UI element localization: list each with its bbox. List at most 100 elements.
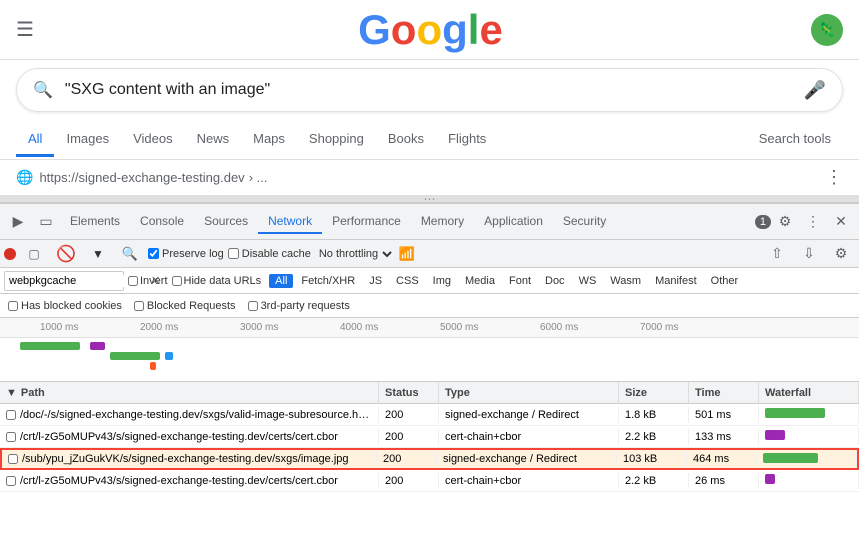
clear-icon[interactable]: 🚫 xyxy=(52,240,80,268)
row4-type: cert-chain+cbor xyxy=(439,473,619,489)
blocked-requests-checkbox[interactable] xyxy=(134,301,144,311)
row3-path: /sub/ypu_jZuGukVK/s/signed-exchange-test… xyxy=(2,451,377,467)
disable-cache-label[interactable]: Disable cache xyxy=(228,248,311,260)
table-row[interactable]: /crt/l-zG5oMUPv43/s/signed-exchange-test… xyxy=(0,470,859,492)
throttle-select[interactable]: No throttling xyxy=(315,247,395,261)
row2-size: 2.2 kB xyxy=(619,429,689,445)
row3-status: 200 xyxy=(377,451,437,467)
hide-data-urls-text: Hide data URLs xyxy=(184,275,262,287)
col-type[interactable]: Type xyxy=(439,382,619,403)
filter-font[interactable]: Font xyxy=(503,274,537,288)
hide-data-urls-label[interactable]: Hide data URLs xyxy=(172,275,262,287)
export-icon[interactable]: ⇩ xyxy=(795,240,823,268)
devtools-tab-application[interactable]: Application xyxy=(474,210,553,234)
mic-icon[interactable]: 🎤 xyxy=(804,80,826,101)
inspect-icon[interactable]: ▶ xyxy=(4,208,32,236)
search-network-icon[interactable]: 🔍 xyxy=(116,240,144,268)
row1-waterfall xyxy=(759,406,859,423)
disable-cache-text: Disable cache xyxy=(242,248,311,260)
device-icon[interactable]: ▭ xyxy=(32,208,60,236)
hide-data-urls-checkbox[interactable] xyxy=(172,276,182,286)
profile-icon[interactable]: 🦎 xyxy=(811,14,843,46)
record-icon[interactable] xyxy=(4,248,16,260)
close-devtools-icon[interactable]: ✕ xyxy=(827,208,855,236)
filter-doc[interactable]: Doc xyxy=(539,274,571,288)
third-party-label[interactable]: 3rd-party requests xyxy=(248,300,350,312)
invert-text: Invert xyxy=(140,275,168,287)
filter-fetch-xhr[interactable]: Fetch/XHR xyxy=(295,274,361,288)
filter-other[interactable]: Other xyxy=(705,274,745,288)
tab-videos[interactable]: Videos xyxy=(121,123,185,157)
globe-icon: 🌐 xyxy=(16,169,33,186)
more-icon[interactable]: ⋮ xyxy=(825,167,843,188)
filter-wasm[interactable]: Wasm xyxy=(604,274,647,288)
third-party-checkbox[interactable] xyxy=(248,301,258,311)
tab-news[interactable]: News xyxy=(185,123,242,157)
col-time[interactable]: Time xyxy=(689,382,759,403)
result-url-suffix: › ... xyxy=(249,170,268,185)
row2-checkbox[interactable] xyxy=(6,432,16,442)
row1-checkbox[interactable] xyxy=(6,410,16,420)
devtools-tab-sources[interactable]: Sources xyxy=(194,210,258,234)
devtools-tab-security[interactable]: Security xyxy=(553,210,616,234)
tab-flights[interactable]: Flights xyxy=(436,123,498,157)
search-input[interactable] xyxy=(65,81,804,99)
hamburger-icon[interactable]: ☰ xyxy=(16,17,34,42)
preserve-log-label[interactable]: Preserve log xyxy=(148,248,224,260)
filter-css[interactable]: CSS xyxy=(390,274,425,288)
tab-images[interactable]: Images xyxy=(54,123,121,157)
has-blocked-cookies-checkbox[interactable] xyxy=(8,301,18,311)
devtools-tab-elements[interactable]: Elements xyxy=(60,210,130,234)
tab-search-tools[interactable]: Search tools xyxy=(747,123,843,157)
filter-img[interactable]: Img xyxy=(427,274,457,288)
more-options-icon[interactable]: ⋮ xyxy=(799,208,827,236)
col-status[interactable]: Status xyxy=(379,382,439,403)
filter-all[interactable]: All xyxy=(269,274,293,288)
network-toolbar: ▢ 🚫 ▼ 🔍 Preserve log Disable cache No th… xyxy=(0,240,859,268)
col-path[interactable]: ▼ Path xyxy=(0,382,379,403)
row4-checkbox[interactable] xyxy=(6,476,16,486)
filter-row: ✕ Invert Hide data URLs All Fetch/XHR JS… xyxy=(0,268,859,294)
result-url[interactable]: https://signed-exchange-testing.dev xyxy=(39,170,244,185)
filter-icon[interactable]: ▼ xyxy=(84,240,112,268)
invert-label[interactable]: Invert xyxy=(128,275,168,287)
row1-status: 200 xyxy=(379,407,439,423)
row2-path: /crt/l-zG5oMUPv43/s/signed-exchange-test… xyxy=(0,429,379,445)
table-row[interactable]: /crt/l-zG5oMUPv43/s/signed-exchange-test… xyxy=(0,426,859,448)
col-path-sort-icon: ▼ xyxy=(6,387,17,399)
col-size[interactable]: Size xyxy=(619,382,689,403)
filter-manifest[interactable]: Manifest xyxy=(649,274,703,288)
disable-cache-checkbox[interactable] xyxy=(228,248,239,259)
filter-js[interactable]: JS xyxy=(363,274,388,288)
search-icon: 🔍 xyxy=(33,80,53,100)
settings-icon[interactable]: ⚙ xyxy=(771,208,799,236)
timeline-1000: 1000 ms xyxy=(40,322,78,333)
devtools-tab-performance[interactable]: Performance xyxy=(322,210,411,234)
devtools-tab-network[interactable]: Network xyxy=(258,210,322,234)
filter-media[interactable]: Media xyxy=(459,274,501,288)
tab-shopping[interactable]: Shopping xyxy=(297,123,376,157)
row3-waterfall xyxy=(757,451,857,468)
tab-books[interactable]: Books xyxy=(376,123,436,157)
row4-path: /crt/l-zG5oMUPv43/s/signed-exchange-test… xyxy=(0,473,379,489)
table-row[interactable]: /doc/-/s/signed-exchange-testing.dev/sxg… xyxy=(0,404,859,426)
timeline-7000: 7000 ms xyxy=(640,322,678,333)
devtools-tab-memory[interactable]: Memory xyxy=(411,210,474,234)
stop-icon[interactable]: ▢ xyxy=(20,240,48,268)
table-row-highlighted[interactable]: /sub/ypu_jZuGukVK/s/signed-exchange-test… xyxy=(0,448,859,470)
import-icon[interactable]: ⇧ xyxy=(763,240,791,268)
tab-maps[interactable]: Maps xyxy=(241,123,297,157)
devtools-tab-console[interactable]: Console xyxy=(130,210,194,234)
blocked-requests-label[interactable]: Blocked Requests xyxy=(134,300,236,312)
preserve-log-checkbox[interactable] xyxy=(148,248,159,259)
settings-network-icon[interactable]: ⚙ xyxy=(827,240,855,268)
has-blocked-cookies-label[interactable]: Has blocked cookies xyxy=(8,300,122,312)
search-bar: 🔍 🎤 xyxy=(16,68,843,112)
row4-size: 2.2 kB xyxy=(619,473,689,489)
invert-checkbox[interactable] xyxy=(128,276,138,286)
top-bar: ☰ Google 🦎 xyxy=(0,0,859,60)
row3-checkbox[interactable] xyxy=(8,454,18,464)
col-waterfall[interactable]: Waterfall xyxy=(759,382,859,403)
filter-ws[interactable]: WS xyxy=(573,274,603,288)
tab-all[interactable]: All xyxy=(16,123,54,157)
